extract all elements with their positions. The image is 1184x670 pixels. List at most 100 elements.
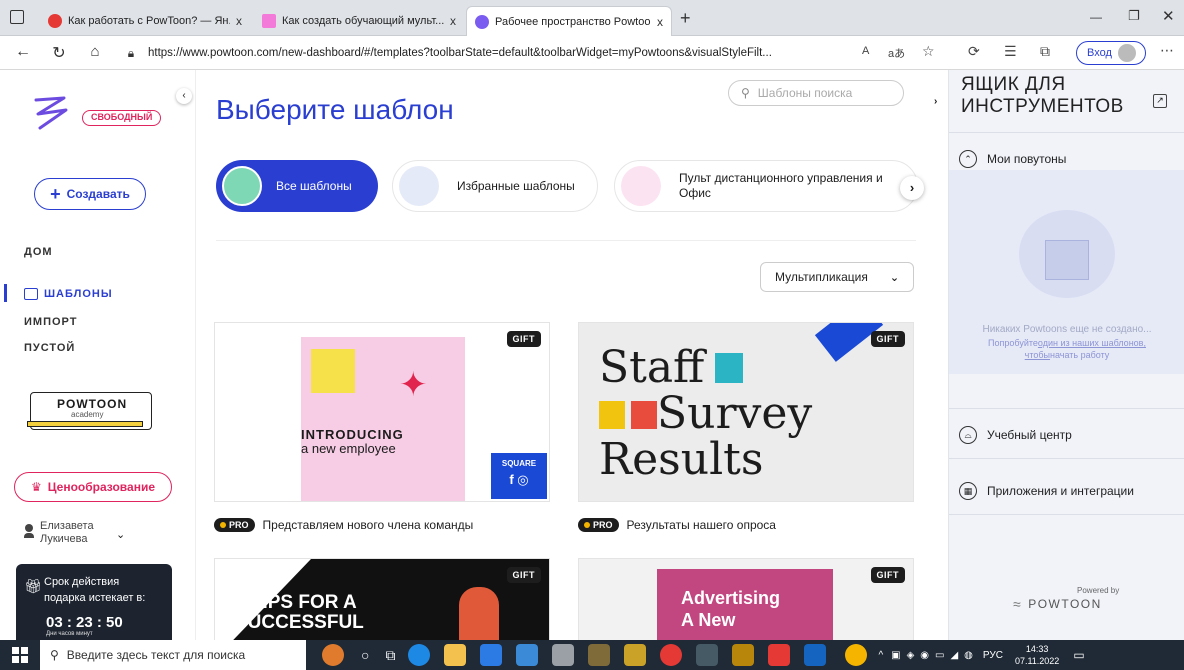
yandex-browser-icon[interactable]	[768, 644, 791, 666]
nav-templates[interactable]: ШАБЛОНЫ	[24, 288, 113, 300]
gift-countdown-box: 🎁︎ Срок действия подарка истекает в: 03 …	[16, 564, 172, 640]
template-card[interactable]: Advertising A New GIFT	[578, 558, 914, 640]
filter-featured-templates[interactable]: Избранные шаблоны	[392, 160, 598, 212]
all-templates-thumb-icon	[222, 166, 262, 206]
apps-integrations-item[interactable]: ▦ Приложения и интеграции	[959, 482, 1134, 500]
tab-close-icon[interactable]: x	[236, 14, 242, 28]
social-icons: f ◎	[509, 472, 529, 487]
my-powtoons-toggle[interactable]: ⌃ Мои повутоны	[959, 150, 1066, 168]
app-icon[interactable]	[696, 644, 719, 666]
countdown-value: 03 : 23 : 50	[46, 614, 123, 631]
academy-banner[interactable]: POWTOON academy	[27, 392, 152, 430]
card-thumbnail: Advertising A New	[657, 569, 833, 640]
system-tray-icons[interactable]: ▣◈◉▭◢◍	[891, 650, 979, 661]
gift-tag: GIFT	[506, 567, 541, 583]
collections-icon[interactable]: ⧉	[1040, 43, 1050, 60]
template-card[interactable]: 6 TIPS FOR A SUCCESSFUL GIFT	[214, 558, 550, 640]
edge-icon[interactable]	[408, 644, 431, 666]
learning-center-item[interactable]: ⌓ Учебный центр	[959, 426, 1072, 444]
windows-start-icon[interactable]	[12, 647, 28, 663]
back-icon[interactable]: ←	[12, 43, 34, 61]
card-thumbnail: ✦ INTRODUCING a new employee	[301, 337, 465, 501]
yandex-favicon-icon	[48, 14, 62, 28]
nav-home[interactable]: ДОМ	[24, 246, 53, 258]
apps-icon: ▦	[959, 482, 977, 500]
refresh-icon[interactable]: ↻	[48, 43, 70, 63]
pricing-button[interactable]: ♛ Ценообразование	[14, 472, 172, 502]
help-icon[interactable]	[845, 644, 868, 666]
powtoon-favicon-icon	[475, 14, 489, 29]
user-menu-chevron-icon[interactable]: ⌄	[116, 528, 125, 541]
url-field[interactable]: https://www.powtoon.com/new-dashboard/#/…	[148, 42, 930, 64]
collapse-sidebar-icon[interactable]: ‹	[176, 88, 192, 104]
template-card[interactable]: Staff Survey Results GIFT	[578, 322, 914, 502]
explorer-icon[interactable]	[444, 644, 467, 666]
expand-panel-icon[interactable]: ↗	[1153, 94, 1167, 108]
templates-link[interactable]: один из наших шаблонов,	[1038, 338, 1146, 348]
style-select[interactable]: Мультипликация ⌄	[760, 262, 914, 292]
more-menu-icon[interactable]: ⋯	[1160, 42, 1174, 59]
windows-taskbar: ⚲ Введите здесь текст для поиска ○ ⧉ ^ ▣…	[0, 640, 1184, 670]
gift-tag: GIFT	[870, 567, 905, 583]
store-icon[interactable]	[480, 644, 503, 666]
extensions-icon[interactable]: ⟳	[968, 43, 980, 60]
expand-toolbox-icon[interactable]: ›	[934, 94, 948, 110]
lock-icon: 🔒︎	[127, 46, 135, 60]
browser-address-bar: ← ↻ ⌂ 🔒︎ https://www.powtoon.com/new-das…	[0, 36, 1184, 70]
create-button[interactable]: + Создавать	[34, 178, 146, 210]
cortana-icon[interactable]: ○	[361, 647, 369, 663]
active-nav-indicator	[4, 284, 7, 302]
user-name[interactable]: Елизавета Лукичева	[40, 520, 94, 546]
task-view-icon[interactable]: ⧉	[385, 647, 395, 664]
start-link[interactable]: чтобы	[1025, 350, 1050, 360]
translate-icon[interactable]: aあ	[888, 45, 905, 61]
template-search-input[interactable]: ⚲ Шаблоны поиска	[728, 80, 904, 106]
crown-icon: ♛	[30, 480, 42, 494]
app-icon[interactable]	[588, 644, 611, 666]
graduation-cap-icon: ⌓	[959, 426, 977, 444]
avatar-tile	[631, 401, 657, 429]
square-format-badge: SQUARE f ◎	[491, 453, 547, 499]
favorite-star-icon[interactable]: ☆	[922, 43, 935, 60]
notifications-icon[interactable]: ▭	[1073, 648, 1084, 662]
filter-remote-office[interactable]: Пульт дистанционного управления и Офис	[614, 160, 918, 212]
nav-blank[interactable]: ПУСТОЙ	[24, 342, 75, 354]
read-aloud-icon[interactable]: A	[862, 45, 869, 57]
search-icon: ⚲	[50, 648, 59, 662]
tab-close-icon[interactable]: x	[450, 14, 456, 28]
favorites-icon[interactable]: ☰	[1004, 43, 1017, 60]
app-icon[interactable]	[552, 644, 575, 666]
powtoon-logo-icon[interactable]	[30, 92, 72, 134]
window-close-icon[interactable]: ✕	[1162, 7, 1175, 25]
filters-next-icon[interactable]: ›	[900, 176, 924, 200]
opera-icon[interactable]	[660, 644, 683, 666]
weather-icon[interactable]	[322, 644, 344, 666]
templates-main: Выберите шаблон ⚲ Шаблоны поиска › Все ш…	[196, 70, 948, 640]
tab-3-active[interactable]: Рабочее пространство Powtoo... x	[466, 6, 672, 36]
new-tab-button[interactable]: +	[680, 8, 691, 29]
tab-2[interactable]: Как создать обучающий мульт... x	[254, 6, 464, 36]
taskbar-search-input[interactable]: ⚲ Введите здесь текст для поиска	[40, 640, 306, 670]
app-icon[interactable]	[624, 644, 647, 666]
signin-button[interactable]: Вход	[1076, 41, 1146, 65]
divider	[949, 408, 1184, 409]
pencil-graphic	[27, 421, 143, 427]
powtoon-mark-icon: ≈	[1013, 596, 1023, 612]
minimize-icon[interactable]: —	[1090, 10, 1102, 24]
user-icon	[24, 524, 34, 538]
home-icon[interactable]: ⌂	[84, 43, 106, 60]
word-icon[interactable]	[804, 644, 827, 666]
remote-office-icon	[621, 166, 661, 206]
tray-arrow-icon[interactable]: ^	[878, 650, 883, 661]
clock[interactable]: 14:33 07.11.2022	[1015, 643, 1059, 667]
tab-1[interactable]: Как работать с PowToon? — Ян... x	[40, 6, 250, 36]
tab-close-icon[interactable]: x	[657, 15, 663, 29]
restore-icon[interactable]: ❐	[1128, 8, 1140, 24]
template-card[interactable]: ✦ INTRODUCING a new employee SQUARE f ◎ …	[214, 322, 550, 502]
app-icon[interactable]	[732, 644, 755, 666]
language-indicator[interactable]: РУС	[983, 650, 1003, 661]
tab-actions-icon[interactable]	[10, 10, 24, 24]
filter-all-templates[interactable]: Все шаблоны	[216, 160, 378, 212]
nav-import[interactable]: ИМПОРТ	[24, 316, 77, 328]
mail-icon[interactable]	[516, 644, 539, 666]
